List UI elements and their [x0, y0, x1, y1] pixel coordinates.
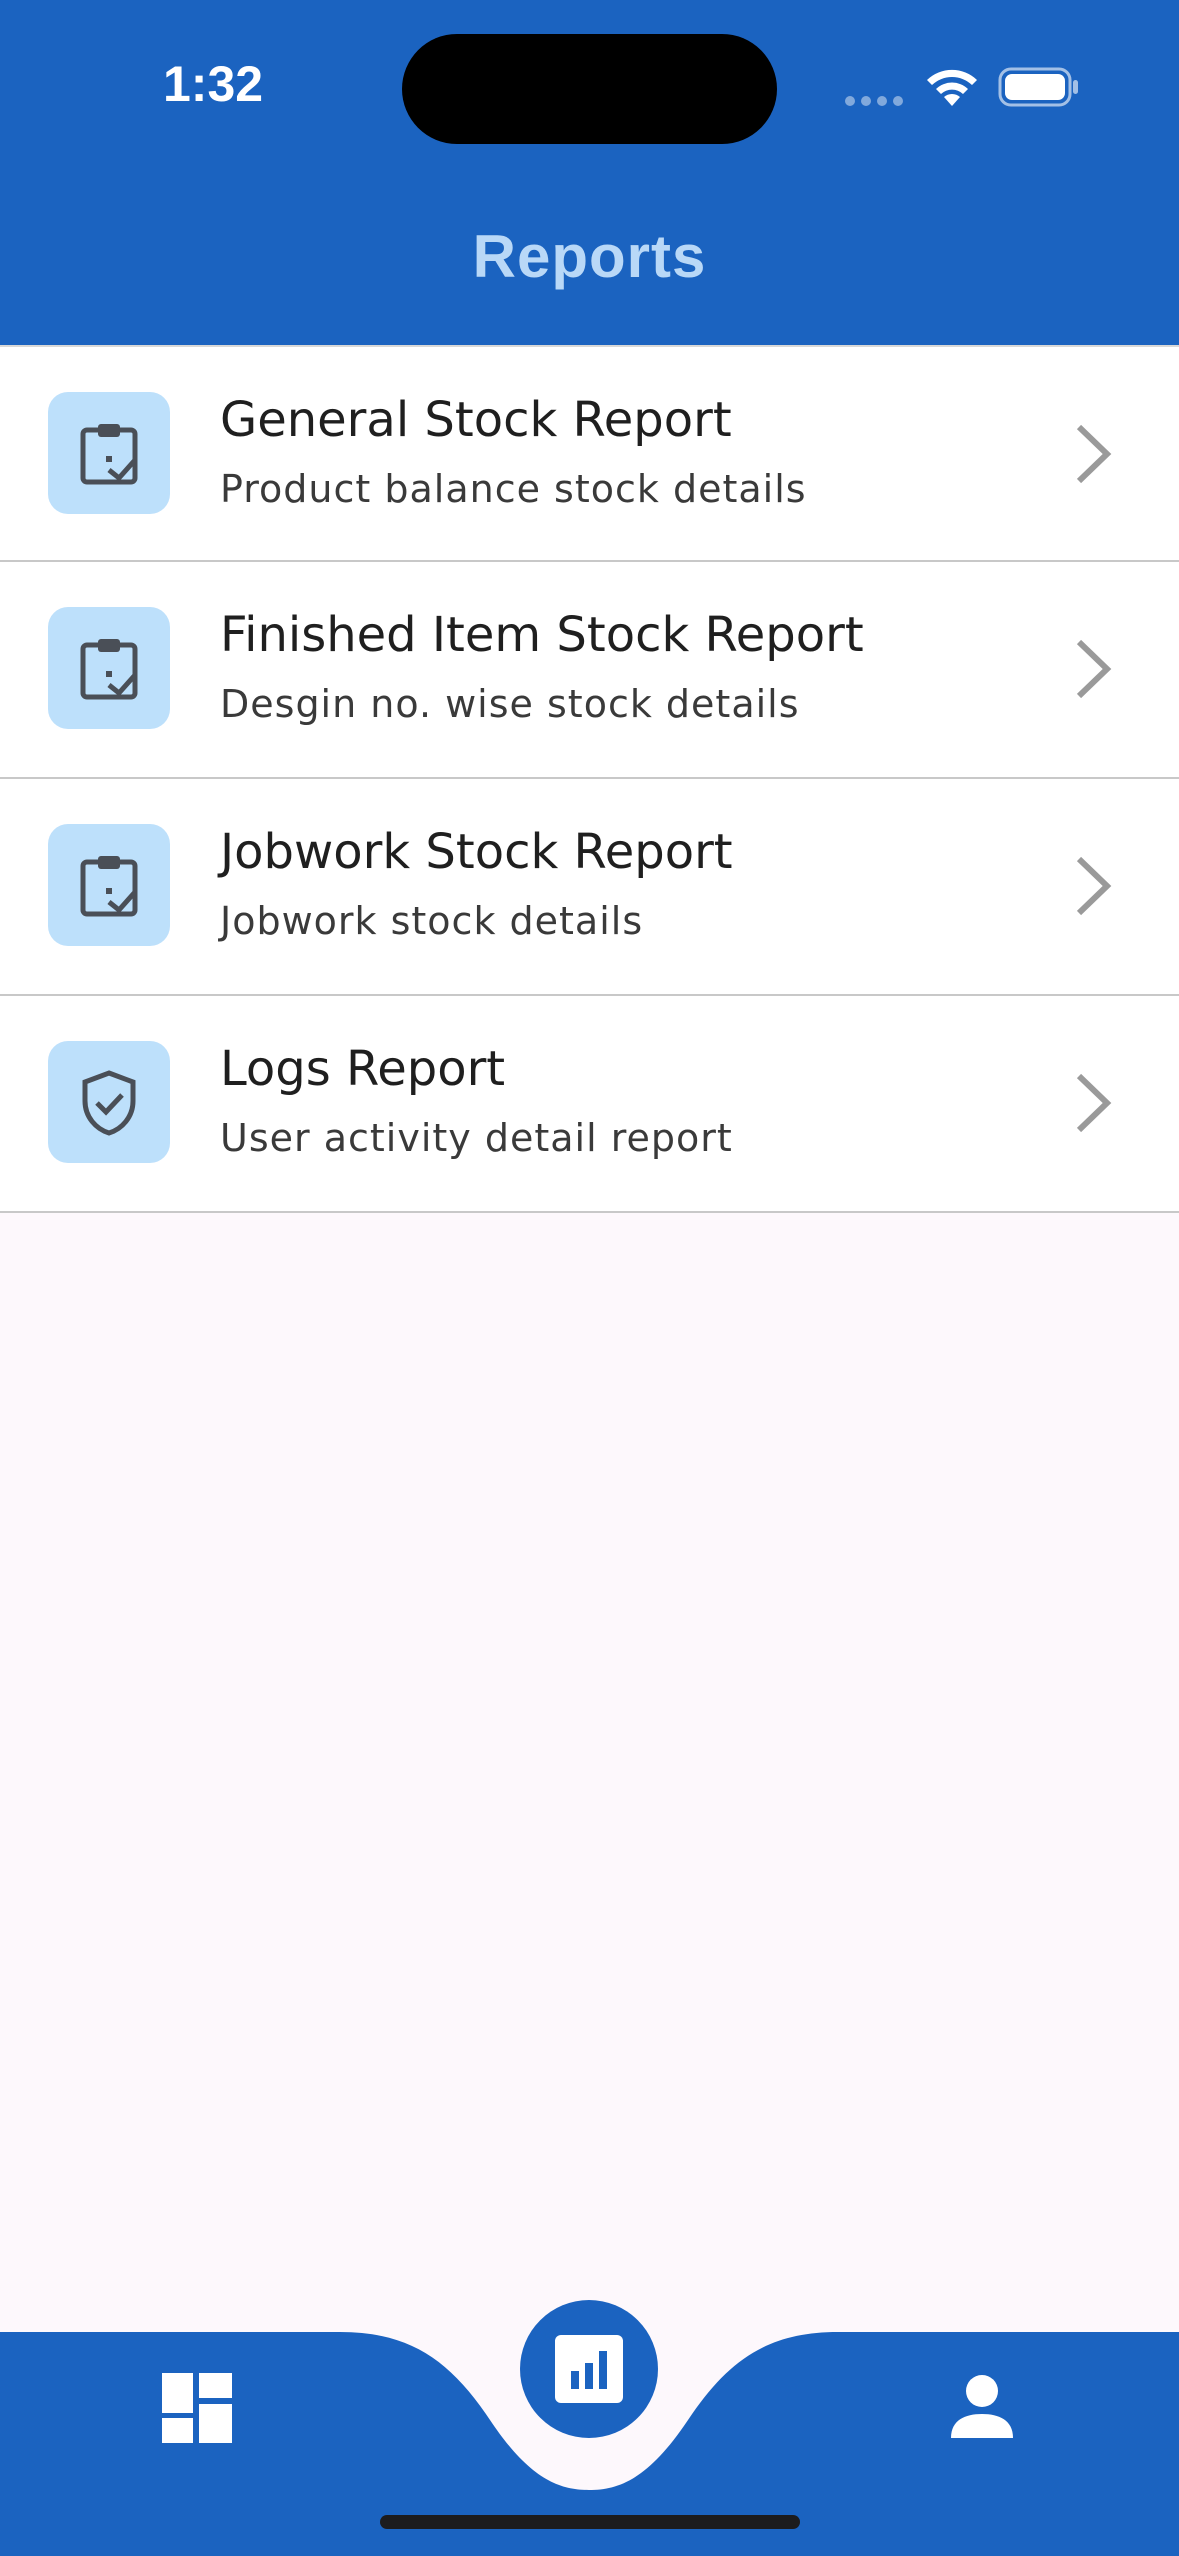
report-item-jobwork-stock[interactable]: Jobwork Stock Report Jobwork stock detai…: [0, 779, 1179, 996]
report-item-finished-item-stock[interactable]: Finished Item Stock Report Desgin no. wi…: [0, 562, 1179, 779]
reports-list: General Stock Report Product balance sto…: [0, 345, 1179, 1213]
app-header: 1:32 Reports: [0, 0, 1179, 345]
status-time: 1:32: [163, 56, 264, 112]
bar-chart-icon: [555, 2335, 623, 2403]
clipboard-check-icon: [80, 856, 138, 917]
clipboard-check-icon: [80, 639, 138, 700]
report-subtitle: Jobwork stock details: [220, 899, 644, 943]
report-title: Jobwork Stock Report: [220, 824, 733, 880]
cellular-signal-icon: [845, 96, 905, 106]
nav-reports-button[interactable]: [520, 2300, 658, 2438]
chevron-right-icon: [1076, 424, 1112, 484]
battery-icon: [998, 67, 1078, 107]
report-subtitle: Desgin no. wise stock details: [220, 682, 800, 726]
dynamic-island: [402, 34, 777, 144]
report-item-general-stock[interactable]: General Stock Report Product balance sto…: [0, 345, 1179, 562]
chevron-right-icon: [1076, 856, 1112, 916]
report-title: Logs Report: [220, 1041, 506, 1097]
page-title: Reports: [472, 223, 707, 290]
report-title: General Stock Report: [220, 392, 732, 448]
chevron-right-icon: [1076, 639, 1112, 699]
report-icon-container: [48, 824, 170, 946]
nav-dashboard-button[interactable]: [162, 2373, 232, 2443]
clipboard-check-icon: [80, 424, 138, 485]
report-item-logs[interactable]: Logs Report User activity detail report: [0, 996, 1179, 1213]
dashboard-icon: [162, 2373, 232, 2443]
person-icon: [951, 2375, 1013, 2438]
home-indicator[interactable]: [380, 2515, 800, 2529]
wifi-icon: [927, 69, 977, 106]
report-icon-container: [48, 607, 170, 729]
report-subtitle: User activity detail report: [220, 1116, 733, 1160]
report-icon-container: [48, 1041, 170, 1163]
nav-profile-button[interactable]: [949, 2374, 1015, 2440]
report-subtitle: Product balance stock details: [220, 467, 807, 511]
shield-check-icon: [82, 1070, 136, 1136]
report-title: Finished Item Stock Report: [220, 607, 864, 663]
chevron-right-icon: [1076, 1073, 1112, 1133]
report-icon-container: [48, 392, 170, 514]
